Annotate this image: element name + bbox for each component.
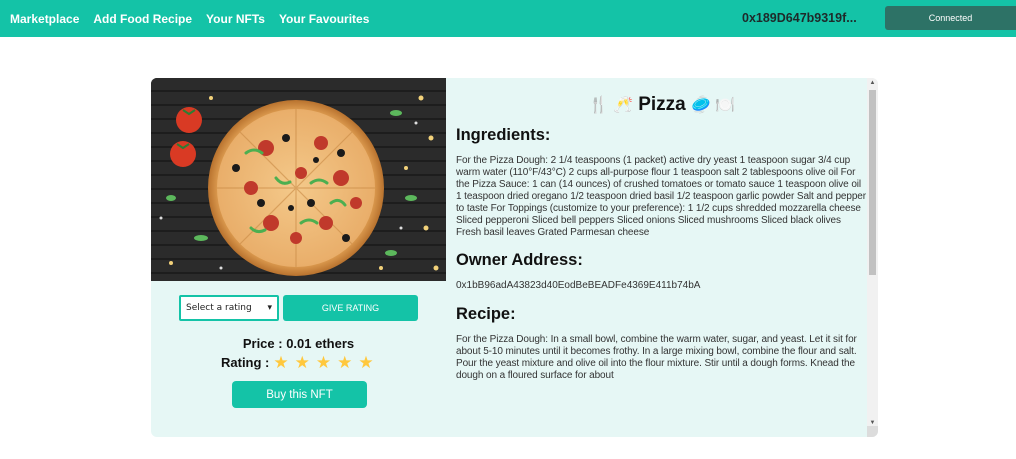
card-left-panel: Select a rating ▾ GIVE RATING Price : 0.…: [151, 78, 446, 437]
plate-emoji: 🥏 🍽️: [691, 97, 736, 114]
star-icon: ★: [294, 353, 310, 372]
recipe-heading: Recipe:: [456, 305, 516, 323]
recipe-text: For the Pizza Dough: In a small bowl, co…: [456, 334, 857, 381]
recipe-title-text: Pizza: [638, 94, 686, 115]
nav-marketplace[interactable]: Marketplace: [10, 12, 79, 26]
nft-card: Select a rating ▾ GIVE RATING Price : 0.…: [151, 78, 878, 437]
owner-address: 0x1bB96adA43823d40EodBeBEADFe4369E411b74…: [456, 280, 701, 291]
nft-price: Price : 0.01 ethers: [242, 336, 355, 351]
buy-nft-button[interactable]: Buy this NFT: [232, 381, 367, 408]
connected-button[interactable]: Connected: [885, 6, 1016, 30]
owner-heading: Owner Address:: [456, 251, 583, 269]
scroll-up-icon[interactable]: ▲: [867, 80, 878, 86]
recipe-details-content: 🍴 🥂 Pizza 🥏 🍽️ Ingredients: For the Pizz…: [456, 94, 868, 394]
scrollbar-corner: [867, 426, 878, 437]
star-icon: ★: [337, 353, 353, 372]
star-icon: ★: [315, 353, 332, 372]
recipe-details-panel[interactable]: 🍴 🥂 Pizza 🥏 🍽️ Ingredients: For the Pizz…: [446, 78, 878, 437]
star-rating: ★ ★ ★ ★ ★: [273, 354, 379, 371]
pizza-illustration: [151, 78, 446, 281]
vertical-scrollbar[interactable]: ▲ ▼: [867, 78, 878, 437]
rating-display: Rating : ★ ★ ★ ★ ★: [221, 354, 380, 371]
cutlery-cheers-emoji: 🍴 🥂: [588, 97, 633, 114]
star-icon: ★: [358, 353, 374, 372]
give-rating-button[interactable]: GIVE RATING: [283, 295, 418, 321]
nav-your-favourites[interactable]: Your Favourites: [279, 12, 369, 26]
scrollbar-thumb[interactable]: [869, 90, 876, 275]
rating-select[interactable]: Select a rating ▾: [179, 295, 279, 321]
nav-your-nfts[interactable]: Your NFTs: [206, 12, 265, 26]
wallet-address: 0x189D647b9319f...: [742, 11, 857, 25]
nav-add-food-recipe[interactable]: Add Food Recipe: [93, 12, 192, 26]
star-icon: ★: [273, 353, 289, 372]
chevron-down-icon: ▾: [267, 303, 272, 313]
ingredients-heading: Ingredients:: [456, 126, 551, 144]
rating-select-value: Select a rating: [186, 303, 252, 313]
recipe-title: 🍴 🥂 Pizza 🥏 🍽️: [456, 94, 868, 116]
ingredients-text: For the Pizza Dough: 2 1/4 teaspoons (1 …: [456, 155, 866, 238]
rating-controls: Select a rating ▾ GIVE RATING: [179, 295, 418, 321]
top-navbar: Marketplace Add Food Recipe Your NFTs Yo…: [0, 0, 1016, 37]
rating-label: Rating :: [221, 355, 270, 370]
pizza-image: [151, 78, 446, 281]
nav-links: Marketplace Add Food Recipe Your NFTs Yo…: [10, 12, 383, 26]
